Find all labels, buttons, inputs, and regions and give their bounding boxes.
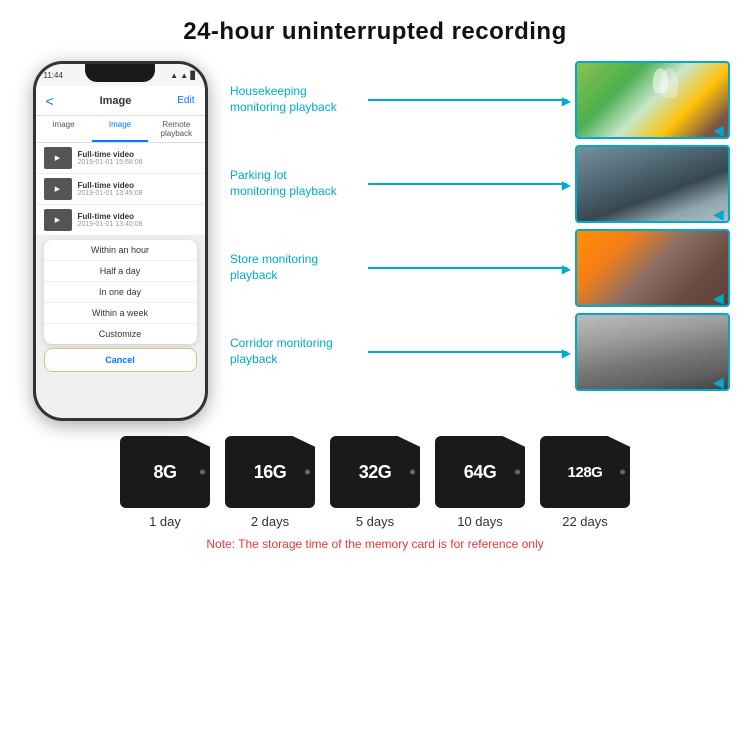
monitoring-label-3: Store monitoringplayback (230, 252, 360, 283)
phone-thumb-3 (44, 209, 72, 231)
phone-video-item-2[interactable]: Full-time video 2019-01-01 13:45:08 (36, 174, 205, 205)
sd-card-label-16g: 16G (254, 462, 287, 483)
monitoring-photo-1: ◀ (575, 61, 730, 139)
storage-days-32g: 5 days (356, 514, 394, 529)
phone-nav-bar: < Image Edit (36, 86, 205, 116)
storage-item-32g: 32G 5 days (330, 436, 420, 529)
phone-tab-image2[interactable]: Image (92, 116, 148, 142)
sd-card-label-32g: 32G (359, 462, 392, 483)
phone-time: 11:44 (44, 71, 63, 80)
phone-dropdown-menu: Within an hour Half a day In one day Wit… (44, 240, 197, 344)
storage-item-8g: 8G 1 day (120, 436, 210, 529)
storage-days-128g: 22 days (562, 514, 608, 529)
phone-back-button[interactable]: < (46, 93, 54, 109)
phone-icons: ▲ ▲ ▊ (170, 71, 196, 80)
phone-video-info-1: Full-time video 2019-01-01 15:68:08 (78, 150, 197, 166)
sd-card-dot-32g (410, 470, 415, 475)
photo-arrow-2: ◀ (713, 206, 725, 218)
phone-screen: 11:44 ▲ ▲ ▊ < Image Edit image Image Rem… (36, 64, 205, 418)
storage-days-16g: 2 days (251, 514, 289, 529)
monitoring-photo-3: ◀ (575, 229, 730, 307)
phone-video-time-3: 2019-01-01 13:40:08 (78, 221, 197, 228)
monitoring-row-2: Parking lotmonitoring playback ▶ ◀ (230, 145, 730, 223)
phone-wrapper: 11:44 ▲ ▲ ▊ < Image Edit image Image Rem… (20, 56, 220, 421)
phone-mockup: 11:44 ▲ ▲ ▊ < Image Edit image Image Rem… (33, 61, 208, 421)
monitoring-label-1: Housekeepingmonitoring playback (230, 84, 360, 115)
sd-card-dot-128g (620, 470, 625, 475)
phone-video-time-2: 2019-01-01 13:45:08 (78, 190, 197, 197)
sd-card-16g: 16G (225, 436, 315, 508)
photo-arrow-3: ◀ (713, 290, 725, 302)
phone-thumb-1 (44, 147, 72, 169)
photo-arrow-1: ◀ (713, 122, 725, 134)
sd-card-label-8g: 8G (153, 462, 176, 483)
phone-thumb-2 (44, 178, 72, 200)
phone-edit-button[interactable]: Edit (177, 95, 194, 106)
dropdown-item-customize[interactable]: Customize (44, 324, 197, 344)
page-title: 24-hour uninterrupted recording (0, 0, 750, 56)
sd-card-dot-64g (515, 470, 520, 475)
sd-card-dot-16g (305, 470, 310, 475)
phone-cancel-button[interactable]: Cancel (44, 348, 197, 372)
sd-card-32g: 32G (330, 436, 420, 508)
phone-video-list: Full-time video 2019-01-01 15:68:08 Full… (36, 143, 205, 236)
sd-card-8g: 8G (120, 436, 210, 508)
sd-card-label-128g: 128G (568, 464, 603, 481)
monitoring-row-1: Housekeepingmonitoring playback ▶ ◀ (230, 61, 730, 139)
storage-item-64g: 64G 10 days (435, 436, 525, 529)
sd-card-128g: 128G (540, 436, 630, 508)
phone-tabs: image Image Remote playback (36, 116, 205, 143)
phone-video-info-2: Full-time video 2019-01-01 13:45:08 (78, 181, 197, 197)
monitoring-photo-2: ◀ (575, 145, 730, 223)
phone-notch (85, 64, 155, 82)
storage-days-8g: 1 day (149, 514, 181, 529)
phone-tab-remote[interactable]: Remote playback (148, 116, 204, 142)
monitoring-label-4: Corridor monitoringplayback (230, 336, 360, 367)
dropdown-item-half-day[interactable]: Half a day (44, 261, 197, 282)
sd-card-64g: 64G (435, 436, 525, 508)
phone-video-time-1: 2019-01-01 15:68:08 (78, 159, 197, 166)
right-section: Housekeepingmonitoring playback ▶ ◀ Park… (220, 56, 730, 391)
phone-video-item-3[interactable]: Full-time video 2019-01-01 13:40:08 (36, 205, 205, 236)
storage-days-64g: 10 days (457, 514, 503, 529)
dropdown-item-week[interactable]: Within a week (44, 303, 197, 324)
storage-item-16g: 16G 2 days (225, 436, 315, 529)
phone-video-title-3: Full-time video (78, 212, 197, 221)
sd-card-label-64g: 64G (464, 462, 497, 483)
storage-section: 8G 1 day 16G 2 days 32G 5 days 64G 10 da… (0, 436, 750, 529)
note-text: Note: The storage time of the memory car… (206, 537, 543, 551)
monitoring-label-2: Parking lotmonitoring playback (230, 168, 360, 199)
phone-video-item-1[interactable]: Full-time video 2019-01-01 15:68:08 (36, 143, 205, 174)
phone-tab-image[interactable]: image (36, 116, 92, 142)
storage-item-128g: 128G 22 days (540, 436, 630, 529)
phone-video-title-1: Full-time video (78, 150, 197, 159)
dropdown-item-one-day[interactable]: In one day (44, 282, 197, 303)
top-section: 11:44 ▲ ▲ ▊ < Image Edit image Image Rem… (0, 56, 750, 421)
phone-video-info-3: Full-time video 2019-01-01 13:40:08 (78, 212, 197, 228)
phone-screen-title: Image (100, 95, 132, 107)
monitoring-photo-4: ◀ (575, 313, 730, 391)
sd-card-dot-8g (200, 470, 205, 475)
note-section: Note: The storage time of the memory car… (0, 529, 750, 551)
phone-video-title-2: Full-time video (78, 181, 197, 190)
photo-arrow-4: ◀ (713, 374, 725, 386)
monitoring-row-3: Store monitoringplayback ▶ ◀ (230, 229, 730, 307)
dropdown-item-within-hour[interactable]: Within an hour (44, 240, 197, 261)
monitoring-row-4: Corridor monitoringplayback ▶ ◀ (230, 313, 730, 391)
